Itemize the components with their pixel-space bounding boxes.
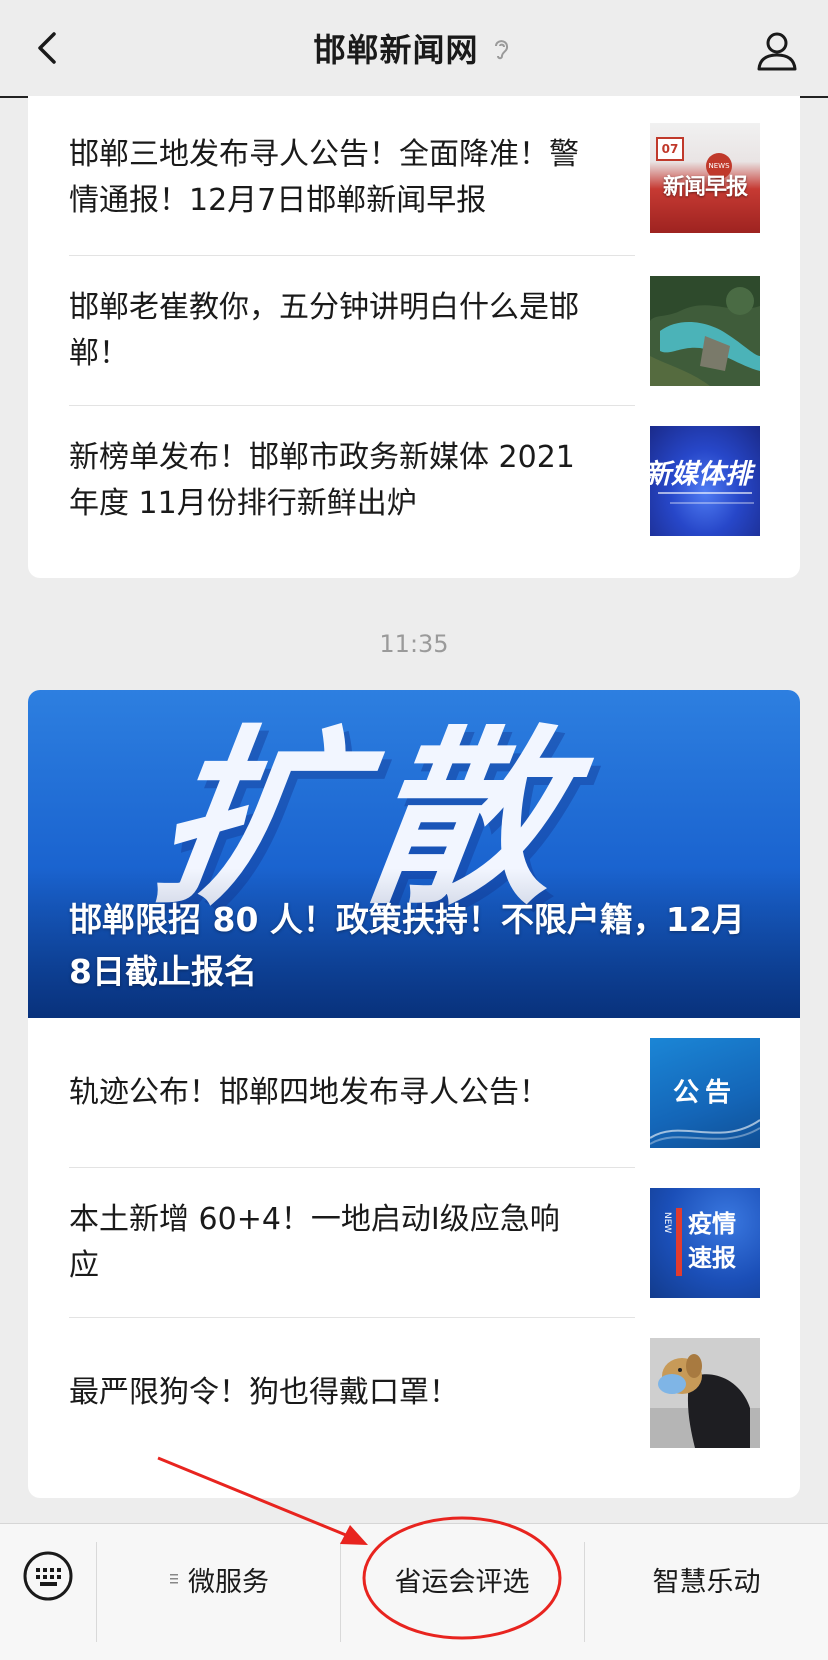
- banner-title: 邯郸限招 80 人！政策扶持！不限户籍，12月8日截止报名: [69, 900, 745, 991]
- thumb-line: [670, 502, 754, 504]
- headline-banner[interactable]: 扩散 邯郸限招 80 人！政策扶持！不限户籍，12月8日截止报名: [28, 690, 800, 1018]
- article-title: 最严限狗令！狗也得戴口罩！: [69, 1375, 459, 1410]
- article-thumbnail: 新媒体排: [650, 426, 760, 536]
- keyboard-icon[interactable]: [22, 1550, 74, 1602]
- article-thumbnail: NEW 疫情 速报: [650, 1188, 760, 1298]
- article-item[interactable]: 轨迹公布！邯郸四地发布寻人公告！ 公告: [28, 1018, 800, 1168]
- thumb-caption-line2: 速报: [688, 1244, 736, 1272]
- article-title: 轨迹公布！邯郸四地发布寻人公告！: [69, 1075, 549, 1110]
- article-thumbnail: [650, 1338, 760, 1448]
- menu-item-smart-sports[interactable]: 智慧乐动: [585, 1524, 828, 1634]
- timestamp: 11:35: [379, 630, 449, 658]
- wave-decoration: [650, 1119, 760, 1145]
- article-item[interactable]: 邯郸三地发布寻人公告！全面降准！警情通报！12月7日邯郸新闻早报 07 NEWS…: [28, 103, 800, 253]
- article-card: 邯郸三地发布寻人公告！全面降准！警情通报！12月7日邯郸新闻早报 07 NEWS…: [28, 96, 800, 578]
- thumb-caption: 新闻早报: [662, 175, 748, 200]
- red-bar: [676, 1208, 682, 1276]
- nav-bar: 邯郸新闻网: [0, 0, 828, 98]
- thumb-caption-line1: 疫情: [688, 1210, 736, 1238]
- article-title: 邯郸三地发布寻人公告！全面降准！警情通报！12月7日邯郸新闻早报: [69, 137, 579, 218]
- menu-item-label: 省运会评选: [394, 1566, 530, 1598]
- article-card: 扩散 邯郸限招 80 人！政策扶持！不限户籍，12月8日截止报名 轨迹公布！邯郸…: [28, 690, 800, 1498]
- submenu-lines-icon: [170, 1574, 178, 1584]
- page-title: 邯郸新闻网: [313, 31, 479, 69]
- thumb-line: [658, 492, 752, 494]
- article-thumbnail: [650, 276, 760, 386]
- menu-item-label: 智慧乐动: [652, 1566, 761, 1598]
- article-title: 本土新增 60+4！一地启动Ⅰ级应急响应: [69, 1202, 560, 1283]
- user-icon[interactable]: [754, 28, 800, 74]
- article-thumbnail: 07 NEWS 新闻早报: [650, 123, 760, 233]
- article-item[interactable]: 新榜单发布！邯郸市政务新媒体 2021 年度 11月份排行新鲜出炉 新媒体排: [28, 406, 800, 556]
- article-item[interactable]: 最严限狗令！狗也得戴口罩！: [28, 1318, 800, 1468]
- article-item[interactable]: 邯郸老崔教你，五分钟讲明白什么是邯郸！: [28, 256, 800, 406]
- article-title: 邯郸老崔教你，五分钟讲明白什么是邯郸！: [69, 290, 579, 371]
- menu-item-provincial-games-vote[interactable]: 省运会评选: [341, 1524, 583, 1634]
- menu-item-micro-service[interactable]: 微服务: [97, 1524, 340, 1634]
- ear-icon: [494, 40, 508, 60]
- bottom-menu: 微服务 省运会评选 智慧乐动: [0, 1523, 828, 1660]
- thumb-caption: 新媒体排: [650, 459, 752, 490]
- dog-photo: [650, 1338, 760, 1448]
- landscape-photo: [650, 276, 760, 386]
- menu-item-label: 微服务: [188, 1566, 269, 1598]
- article-title: 新榜单发布！邯郸市政务新媒体 2021 年度 11月份排行新鲜出炉: [69, 440, 575, 521]
- article-item[interactable]: 本土新增 60+4！一地启动Ⅰ级应急响应 NEW 疫情 速报: [28, 1168, 800, 1318]
- thumb-caption: 公告: [672, 1078, 737, 1108]
- new-label: NEW: [662, 1212, 672, 1234]
- article-thumbnail: 公告: [650, 1038, 760, 1148]
- date-badge: 07: [656, 137, 684, 161]
- title-group: 邯郸新闻网: [0, 0, 828, 96]
